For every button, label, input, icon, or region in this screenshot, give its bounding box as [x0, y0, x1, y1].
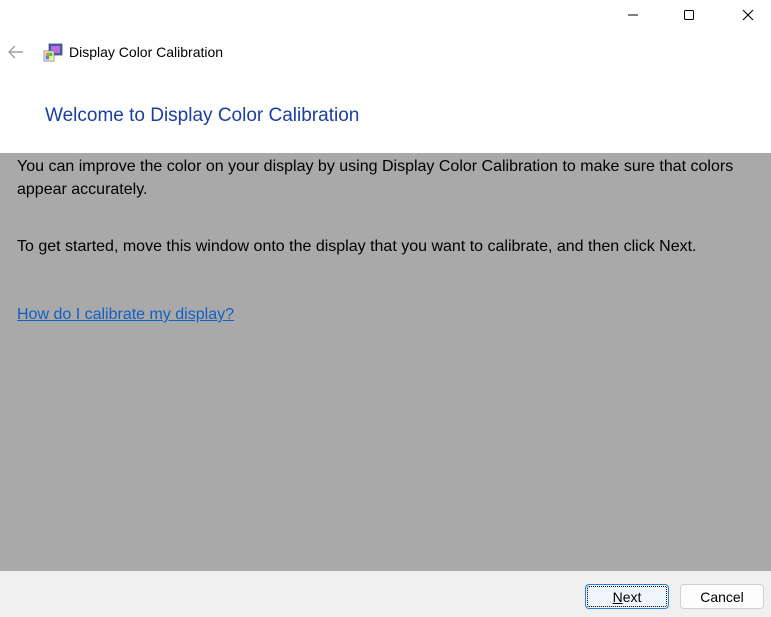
close-icon: [742, 9, 754, 21]
cancel-button[interactable]: Cancel: [680, 584, 764, 609]
next-rest: ext: [622, 588, 642, 605]
minimize-icon: [628, 14, 638, 16]
maximize-button[interactable]: [666, 0, 712, 30]
footer-bar: Next Cancel: [0, 571, 771, 617]
maximize-icon: [684, 10, 694, 20]
instructions-text: To get started, move this window onto th…: [17, 238, 697, 255]
back-button[interactable]: [6, 42, 26, 62]
next-mnemonic: N: [612, 588, 623, 605]
next-button[interactable]: Next: [585, 584, 669, 609]
minimize-button[interactable]: [610, 0, 656, 30]
next-label: Next: [613, 589, 642, 605]
help-link[interactable]: How do I calibrate my display?: [17, 306, 234, 324]
page-heading: Welcome to Display Color Calibration: [45, 105, 360, 126]
back-arrow-icon: [8, 45, 23, 59]
close-button[interactable]: [725, 0, 771, 30]
window-title: Display Color Calibration: [69, 44, 224, 60]
content-area: You can improve the color on your displa…: [0, 153, 771, 571]
intro-text: You can improve the color on your displa…: [17, 158, 734, 198]
calibration-app-icon: [43, 43, 63, 63]
